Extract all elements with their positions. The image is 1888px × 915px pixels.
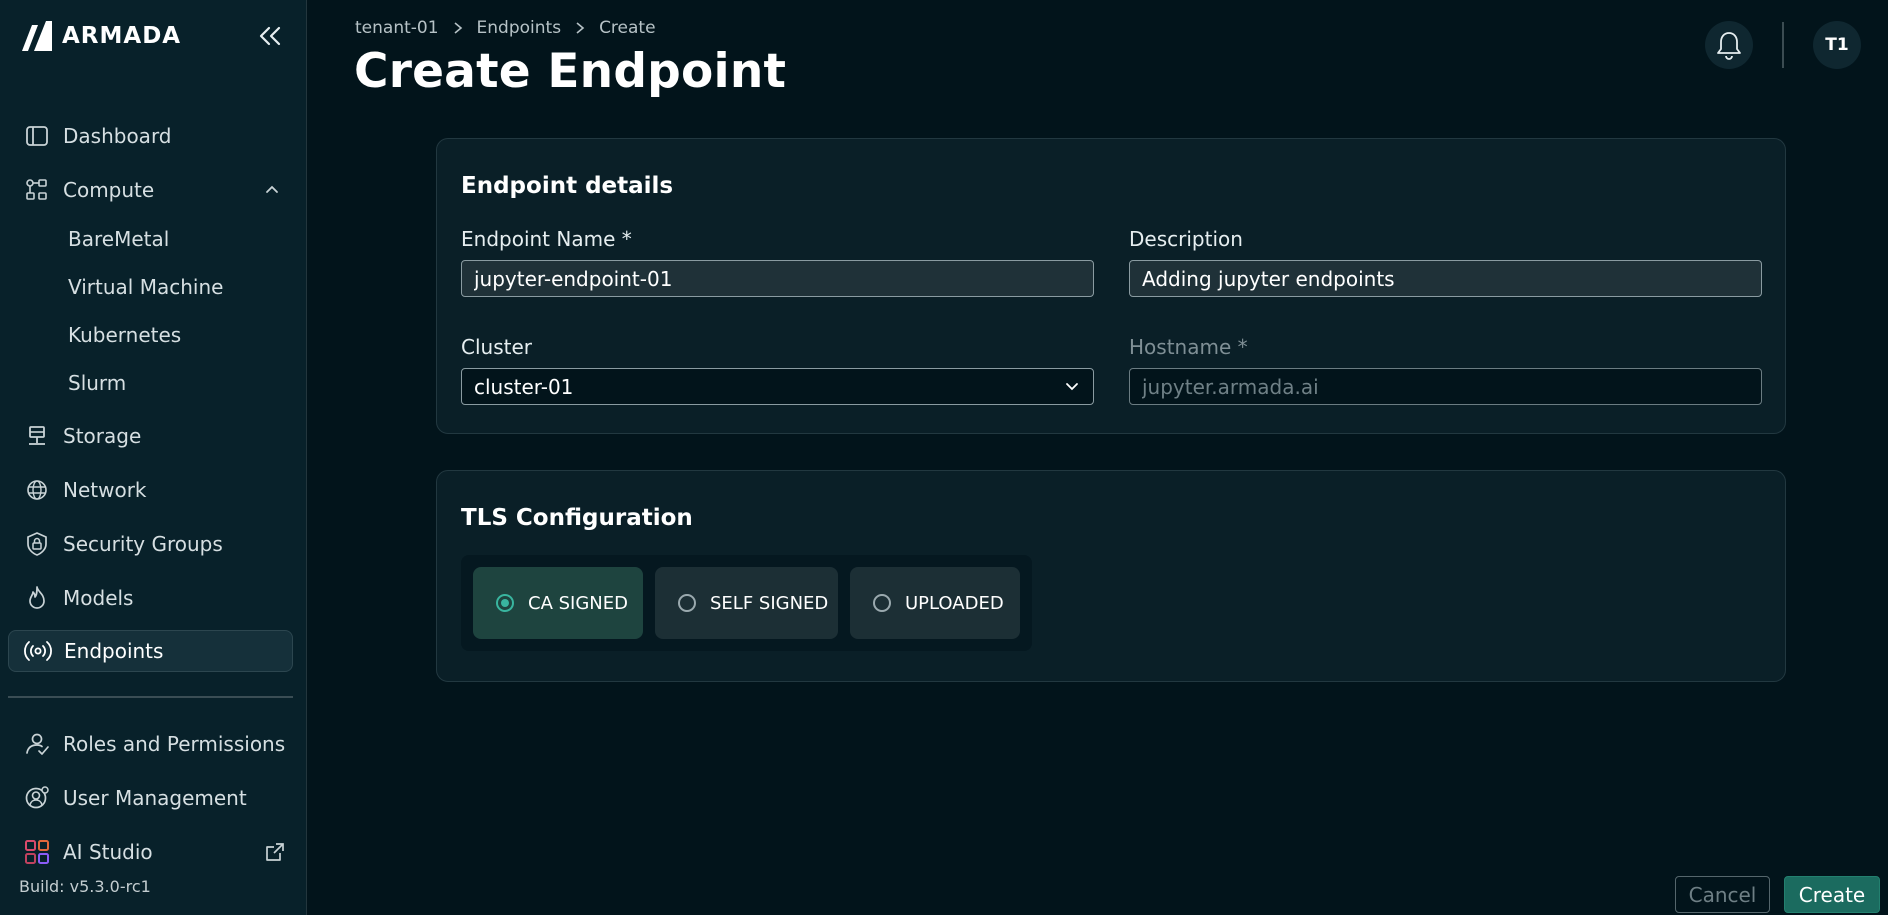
tls-option-label: CA SIGNED <box>528 592 628 614</box>
shield-lock-icon <box>22 529 52 559</box>
endpoint-name-label: Endpoint Name * <box>461 227 632 251</box>
chevron-down-icon <box>1063 378 1081 396</box>
armada-logo[interactable]: ARMADA <box>20 18 181 54</box>
tls-configuration-title: TLS Configuration <box>461 505 693 531</box>
cluster-label: Cluster <box>461 335 532 359</box>
page-title: Create Endpoint <box>354 44 787 99</box>
dashboard-icon <box>22 121 52 151</box>
chevron-up-icon <box>261 179 283 201</box>
endpoint-details-title: Endpoint details <box>461 173 674 199</box>
sidebar-subitem-kubernetes[interactable]: Kubernetes <box>50 317 290 353</box>
description-label: Description <box>1129 227 1243 251</box>
header-divider <box>1782 22 1784 68</box>
sidebar-item-user-management[interactable]: User Management <box>8 777 293 819</box>
sidebar-item-dashboard[interactable]: Dashboard <box>8 115 293 157</box>
endpoint-name-input[interactable] <box>461 260 1094 297</box>
broadcast-icon <box>23 636 53 666</box>
user-avatar[interactable]: T1 <box>1813 21 1861 69</box>
sidebar-item-ai-studio[interactable]: AI Studio <box>8 831 293 873</box>
sidebar-subitem-virtual-machine[interactable]: Virtual Machine <box>50 269 290 305</box>
radio-selected-icon <box>496 594 514 612</box>
cancel-button[interactable]: Cancel <box>1675 876 1770 913</box>
cluster-selected-value: cluster-01 <box>474 374 574 399</box>
hostname-label: Hostname * <box>1129 335 1248 359</box>
user-check-icon <box>22 729 52 759</box>
storage-icon <box>22 421 52 451</box>
chevron-right-icon <box>575 21 585 35</box>
tls-option-uploaded[interactable]: UPLOADED <box>850 567 1020 639</box>
collapse-sidebar-button[interactable] <box>252 20 288 52</box>
breadcrumb: tenant-01 Endpoints Create <box>355 16 656 40</box>
flame-icon <box>22 583 52 613</box>
breadcrumb-current: Create <box>599 18 656 38</box>
sidebar-item-label: User Management <box>63 786 247 810</box>
sidebar-item-security-groups[interactable]: Security Groups <box>8 523 293 565</box>
sidebar-item-compute[interactable]: Compute <box>8 169 293 211</box>
bell-icon <box>1717 32 1741 60</box>
sidebar-divider <box>8 696 293 698</box>
user-gear-icon <box>22 783 52 813</box>
sidebar-subitem-slurm[interactable]: Slurm <box>50 365 290 401</box>
endpoint-details-card: Endpoint details Endpoint Name * Descrip… <box>436 138 1786 434</box>
hostname-input[interactable] <box>1129 368 1762 405</box>
sidebar-item-label: Security Groups <box>63 532 223 556</box>
sidebar-item-label: Compute <box>63 178 155 202</box>
sidebar-item-label: Endpoints <box>64 639 164 663</box>
sidebar-item-label: Roles and Permissions <box>63 732 286 756</box>
sidebar: ARMADA Dashboard Compute BareMetal Virtu… <box>0 0 307 915</box>
sidebar-item-storage[interactable]: Storage <box>8 415 293 457</box>
radio-unselected-icon <box>873 594 891 612</box>
cluster-select[interactable]: cluster-01 <box>461 368 1094 405</box>
tls-option-label: UPLOADED <box>905 592 1004 614</box>
tls-option-group: CA SIGNED SELF SIGNED UPLOADED <box>461 555 1032 651</box>
armada-logo-icon <box>22 21 52 51</box>
sidebar-item-label: AI Studio <box>63 840 153 864</box>
radio-unselected-icon <box>678 594 696 612</box>
sidebar-item-models[interactable]: Models <box>8 577 293 619</box>
tls-option-self-signed[interactable]: SELF SIGNED <box>655 567 838 639</box>
sidebar-item-label: Models <box>63 586 134 610</box>
tls-option-ca-signed[interactable]: CA SIGNED <box>473 567 643 639</box>
external-link-icon[interactable] <box>263 840 287 864</box>
sidebar-item-label: Network <box>63 478 147 502</box>
app-root: ARMADA Dashboard Compute BareMetal Virtu… <box>0 0 1888 915</box>
chevron-right-icon <box>453 21 463 35</box>
build-version: Build: v5.3.0-rc1 <box>19 877 151 896</box>
sidebar-item-label: Dashboard <box>63 124 172 148</box>
globe-icon <box>22 475 52 505</box>
breadcrumb-endpoints[interactable]: Endpoints <box>477 18 562 38</box>
tls-configuration-card: TLS Configuration CA SIGNED SELF SIGNED … <box>436 470 1786 682</box>
grid-apps-icon <box>22 837 52 867</box>
tls-option-label: SELF SIGNED <box>710 592 829 614</box>
compute-icon <box>22 175 52 205</box>
breadcrumb-tenant[interactable]: tenant-01 <box>355 18 439 38</box>
sidebar-item-label: Storage <box>63 424 142 448</box>
create-button[interactable]: Create <box>1784 876 1880 913</box>
sidebar-item-endpoints[interactable]: Endpoints <box>8 630 293 672</box>
notifications-button[interactable] <box>1705 21 1753 69</box>
sidebar-item-roles-permissions[interactable]: Roles and Permissions <box>8 723 293 765</box>
description-input[interactable] <box>1129 260 1762 297</box>
sidebar-subitem-baremetal[interactable]: BareMetal <box>50 221 290 257</box>
brand-name: ARMADA <box>62 23 182 49</box>
sidebar-item-network[interactable]: Network <box>8 469 293 511</box>
double-chevron-left-icon <box>259 26 281 46</box>
